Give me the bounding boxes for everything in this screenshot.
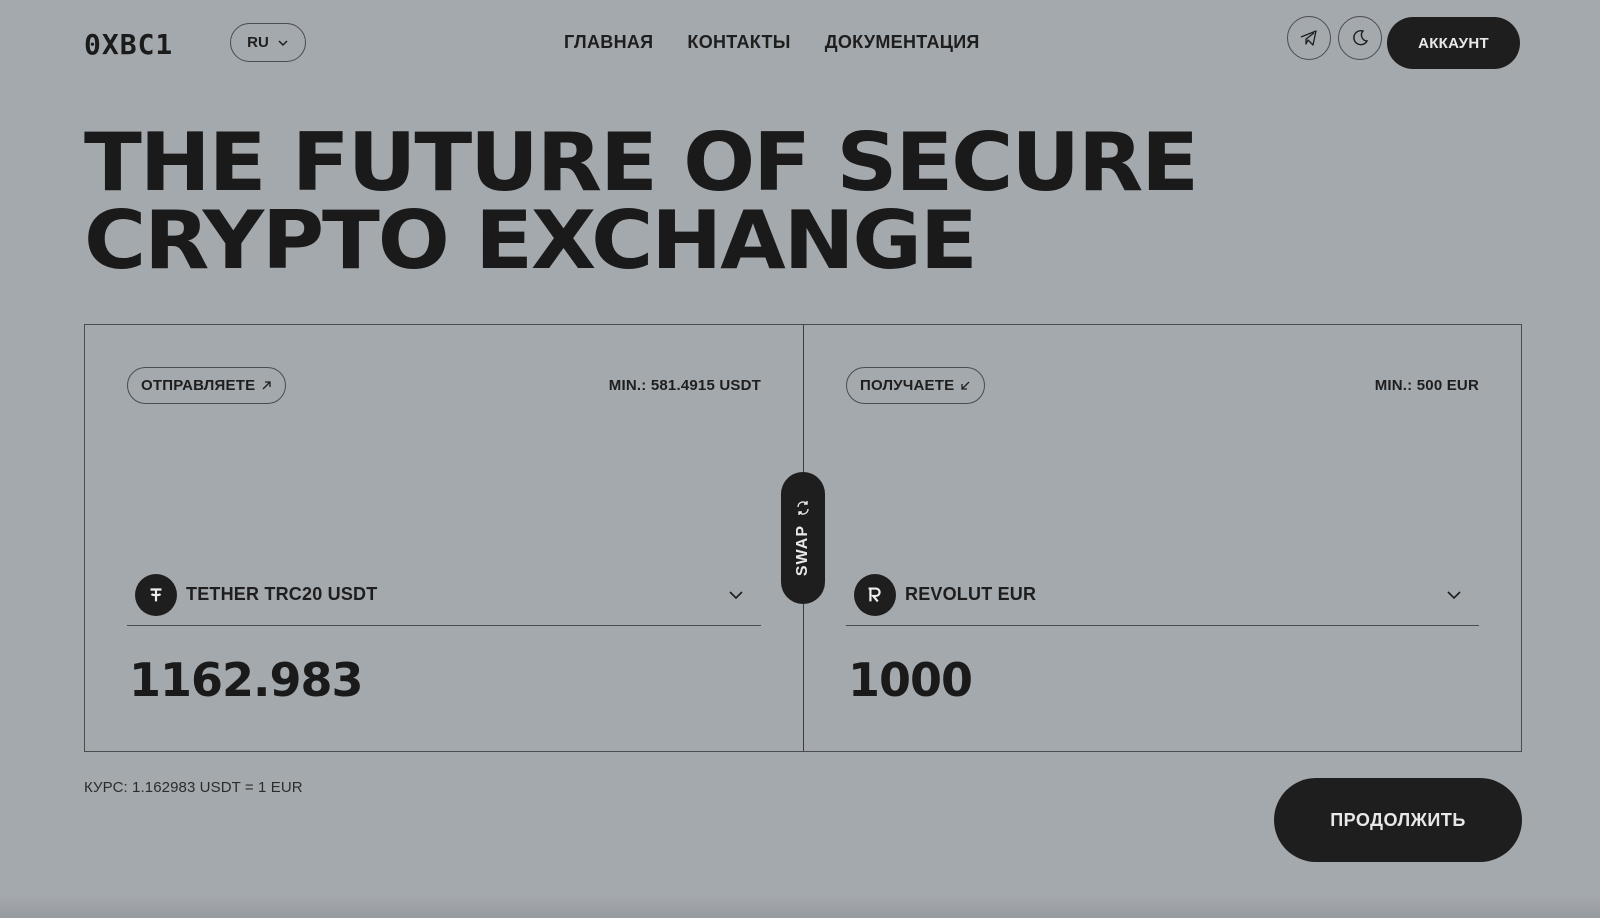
- receive-asset-name: REVOLUT EUR: [905, 584, 1037, 604]
- tether-icon: [135, 573, 177, 616]
- swap-label: SWAP: [794, 525, 811, 577]
- chevron-down-icon: [278, 39, 288, 46]
- receive-badge: ПОЛУЧАЕТЕ: [846, 367, 986, 404]
- send-badge: ОТПРАВЛЯЕТЕ: [127, 367, 287, 404]
- hero-line-2: CRYPTO EXCHANGE: [84, 194, 978, 287]
- theme-toggle-button[interactable]: [1338, 16, 1382, 60]
- language-selector[interactable]: RU: [230, 23, 306, 62]
- send-label: ОТПРАВЛЯЕТЕ: [141, 377, 256, 394]
- telegram-button[interactable]: [1287, 16, 1331, 60]
- continue-button[interactable]: ПРОДОЛЖИТЬ: [1274, 778, 1522, 862]
- receive-amount[interactable]: 1000: [848, 653, 973, 707]
- arrow-up-right-icon: [262, 381, 271, 390]
- receive-column: ПОЛУЧАЕТЕ MIN.: 500 EUR REVOLUT EUR 1000: [803, 325, 1521, 751]
- chevron-down-icon: [1447, 591, 1461, 600]
- send-amount[interactable]: 1162.983: [129, 653, 364, 707]
- chevron-down-icon: [729, 591, 743, 600]
- refresh-icon: [797, 501, 809, 516]
- hero-title: THE FUTURE OF SECURE CRYPTO EXCHANGE: [84, 116, 1199, 287]
- telegram-icon: [1300, 30, 1317, 46]
- account-button[interactable]: АККАУНТ: [1387, 17, 1520, 69]
- revolut-icon: [854, 573, 896, 616]
- receive-min: MIN.: 500 EUR: [1374, 377, 1479, 394]
- exchange-rate: КУРС: 1.162983 USDT = 1 EUR: [84, 779, 303, 796]
- send-column: ОТПРАВЛЯЕТЕ MIN.: 581.4915 USDT TETHER T…: [85, 325, 803, 751]
- logo[interactable]: 0XBC1: [84, 28, 173, 61]
- receive-label: ПОЛУЧАЕТЕ: [860, 377, 955, 394]
- send-asset-name: TETHER TRC20 USDT: [186, 584, 378, 604]
- moon-icon: [1353, 29, 1369, 46]
- send-asset-select[interactable]: TETHER TRC20 USDT: [127, 573, 761, 626]
- hero-line-1: THE FUTURE OF SECURE: [84, 116, 1199, 209]
- nav-contacts[interactable]: КОНТАКТЫ: [687, 32, 790, 53]
- swap-button[interactable]: SWAP: [781, 472, 825, 604]
- nav-docs[interactable]: ДОКУМЕНТАЦИЯ: [825, 32, 980, 53]
- arrow-down-left-icon: [961, 381, 970, 390]
- bottom-shade: [0, 896, 1600, 918]
- send-min: MIN.: 581.4915 USDT: [608, 377, 761, 394]
- language-label: RU: [247, 34, 269, 51]
- nav-home[interactable]: ГЛАВНАЯ: [564, 32, 653, 53]
- main-nav: ГЛАВНАЯ КОНТАКТЫ ДОКУМЕНТАЦИЯ: [564, 32, 980, 53]
- header: 0XBC1 RU ГЛАВНАЯ КОНТАКТЫ ДОКУМЕНТАЦИЯ А…: [84, 16, 1520, 70]
- receive-asset-select[interactable]: REVOLUT EUR: [846, 573, 1479, 626]
